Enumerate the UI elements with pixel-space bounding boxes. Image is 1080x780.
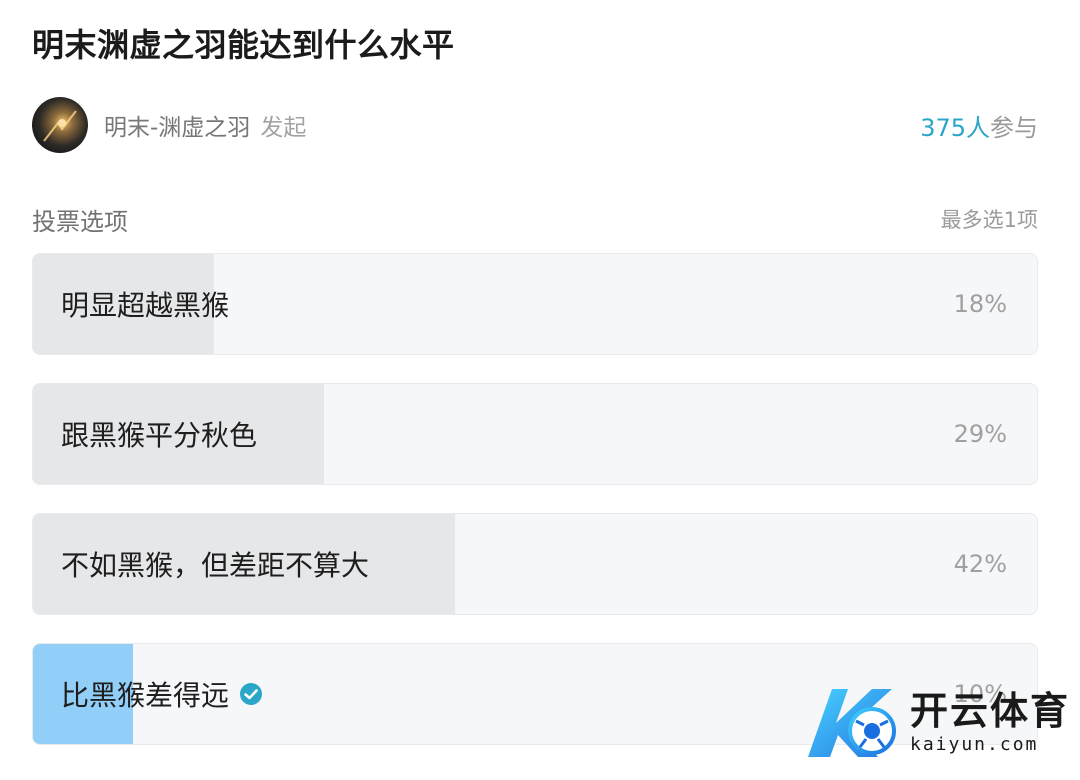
avatar[interactable] (32, 97, 88, 153)
watermark-brand-en: kaiyun.com (910, 734, 1039, 755)
watermark-brand-cn: 开云体育 (910, 689, 1071, 733)
author-row: 明末-渊虚之羽 发起 375人参与 (32, 96, 1038, 154)
watermark-logo: 开云体育 kaiyun.com (798, 678, 1070, 768)
poll-option[interactable]: 跟黑猴平分秋色 29% (32, 383, 1038, 485)
check-circle-icon (239, 682, 263, 706)
option-percent: 29% (953, 420, 1007, 448)
author-name[interactable]: 明末-渊虚之羽 (104, 108, 250, 142)
option-percent: 18% (953, 290, 1007, 318)
option-percent: 42% (953, 550, 1007, 578)
poll-option[interactable]: 不如黑猴，但差距不算大 42% (32, 513, 1038, 615)
participants-suffix: 参与 (990, 113, 1038, 142)
author-action: 发起 (260, 115, 307, 141)
options-section-title: 投票选项 (32, 207, 128, 236)
option-label: 跟黑猴平分秋色 (61, 419, 258, 452)
selection-rule: 最多选1项 (940, 208, 1038, 232)
option-label: 比黑猴差得远 (61, 679, 230, 712)
option-label: 明显超越黑猴 (61, 289, 230, 322)
kaiyun-logo-icon (808, 689, 896, 757)
participants-number: 375人 (920, 113, 990, 142)
participants-count: 375人参与 (920, 108, 1038, 143)
poll-title: 明末渊虚之羽能达到什么水平 (32, 26, 455, 64)
poll-option[interactable]: 明显超越黑猴 18% (32, 253, 1038, 355)
options-header: 投票选项 最多选1项 (32, 202, 1038, 236)
option-label: 不如黑猴，但差距不算大 (61, 549, 370, 582)
poll-page: 明末渊虚之羽能达到什么水平 明末-渊虚之羽 发起 375人参与 投票选项 最多选… (0, 0, 1080, 780)
